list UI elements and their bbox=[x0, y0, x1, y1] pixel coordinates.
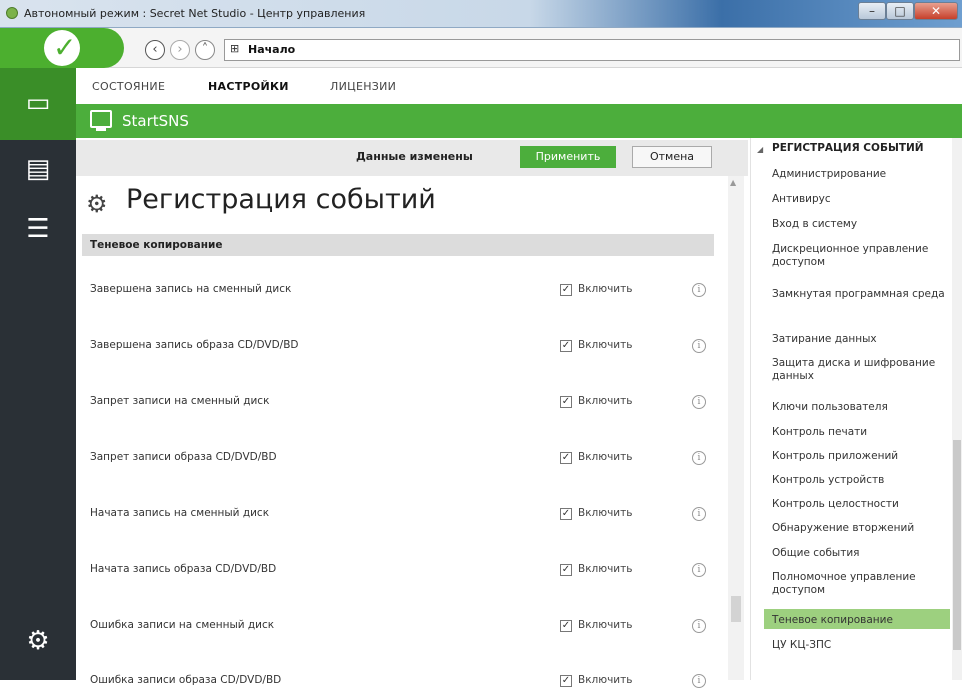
computer-name: StartSNS bbox=[122, 112, 189, 130]
window-title: Автономный режим : Secret Net Studio - Ц… bbox=[24, 7, 366, 20]
event-row-label: Завершена запись на сменный диск bbox=[90, 283, 292, 295]
enable-checkbox-label[interactable]: Включить bbox=[578, 619, 632, 631]
section-title: Теневое копирование bbox=[90, 239, 223, 251]
enable-checkbox[interactable]: ✓ bbox=[560, 508, 572, 520]
nav-item[interactable]: Общие события bbox=[772, 547, 954, 560]
enable-checkbox-label[interactable]: Включить bbox=[578, 395, 632, 407]
event-row-label: Начата запись образа CD/DVD/BD bbox=[90, 563, 277, 575]
app-icon bbox=[6, 7, 18, 19]
info-icon[interactable]: i bbox=[692, 507, 706, 521]
enable-checkbox[interactable]: ✓ bbox=[560, 452, 572, 464]
nav-item[interactable]: ЦУ КЦ-ЗПС bbox=[772, 639, 954, 652]
enable-checkbox[interactable]: ✓ bbox=[560, 396, 572, 408]
tab-settings[interactable]: НАСТРОЙКИ bbox=[208, 80, 289, 93]
info-icon[interactable]: i bbox=[692, 619, 706, 633]
nav-scrollbar-thumb[interactable] bbox=[953, 440, 961, 650]
tab-licenses[interactable]: ЛИЦЕНЗИИ bbox=[330, 80, 396, 93]
enable-checkbox[interactable]: ✓ bbox=[560, 340, 572, 352]
monitor-icon[interactable]: ▭ bbox=[18, 86, 58, 120]
back-arrow-icon[interactable]: ‹ bbox=[145, 40, 165, 60]
close-button[interactable]: ✕ bbox=[914, 2, 958, 20]
minimize-button[interactable]: – bbox=[858, 2, 886, 20]
info-icon[interactable]: i bbox=[692, 563, 706, 577]
chip-icon[interactable]: ▤ bbox=[18, 152, 58, 186]
enable-checkbox[interactable]: ✓ bbox=[560, 620, 572, 632]
nav-item[interactable]: Защита диска и шифрование данных bbox=[772, 357, 954, 383]
event-row-label: Завершена запись образа CD/DVD/BD bbox=[90, 339, 299, 351]
path-field[interactable] bbox=[224, 39, 960, 61]
enable-checkbox-label[interactable]: Включить bbox=[578, 674, 632, 686]
server-icon[interactable]: ☰ bbox=[18, 212, 58, 246]
nav-item[interactable]: Вход в систему bbox=[772, 218, 954, 231]
status-text: Данные изменены bbox=[356, 150, 473, 163]
page-title: Регистрация событий bbox=[126, 184, 436, 215]
info-icon[interactable]: i bbox=[692, 339, 706, 353]
network-icon: ⊞ bbox=[230, 42, 240, 55]
home-button[interactable]: ✓ bbox=[0, 28, 124, 68]
nav-item[interactable]: Контроль устройств bbox=[772, 474, 954, 487]
collapse-icon[interactable]: ◢ bbox=[757, 145, 763, 154]
maximize-button[interactable]: □ bbox=[886, 2, 914, 20]
nav-item[interactable]: Ключи пользователя bbox=[772, 401, 954, 414]
scroll-up-icon[interactable]: ▲ bbox=[730, 178, 736, 187]
enable-checkbox-label[interactable]: Включить bbox=[578, 507, 632, 519]
event-row-label: Начата запись на сменный диск bbox=[90, 507, 270, 519]
nav-item[interactable]: Контроль печати bbox=[772, 426, 954, 439]
enable-checkbox-label[interactable]: Включить bbox=[578, 339, 632, 351]
event-row-label: Ошибка записи на сменный диск bbox=[90, 619, 275, 631]
gear-icon[interactable]: ⚙ bbox=[18, 624, 58, 658]
event-log-icon: ⚙ bbox=[86, 190, 108, 218]
monitor-icon bbox=[90, 110, 112, 131]
nav-item[interactable]: Замкнутая программная среда bbox=[772, 288, 954, 301]
nav-item[interactable]: Полномочное управление доступом bbox=[772, 571, 954, 597]
info-icon[interactable]: i bbox=[692, 283, 706, 297]
enable-checkbox-label[interactable]: Включить bbox=[578, 451, 632, 463]
event-row-label: Запрет записи образа CD/DVD/BD bbox=[90, 451, 277, 463]
nav-item[interactable]: Дискреционное управление доступом bbox=[772, 243, 954, 269]
window-title-bar: Автономный режим : Secret Net Studio - Ц… bbox=[0, 0, 962, 28]
enable-checkbox-label[interactable]: Включить bbox=[578, 283, 632, 295]
forward-arrow-icon[interactable]: › bbox=[170, 40, 190, 60]
nav-item[interactable]: Контроль целостности bbox=[772, 498, 954, 511]
nav-item[interactable]: Теневое копирование bbox=[772, 614, 954, 627]
info-icon[interactable]: i bbox=[692, 451, 706, 465]
nav-item[interactable]: Затирание данных bbox=[772, 333, 954, 346]
up-arrow-icon[interactable]: ˄ bbox=[195, 40, 215, 60]
enable-checkbox[interactable]: ✓ bbox=[560, 284, 572, 296]
event-row-label: Ошибка записи образа CD/DVD/BD bbox=[90, 674, 282, 686]
nav-header[interactable]: РЕГИСТРАЦИЯ СОБЫТИЙ bbox=[772, 142, 924, 154]
tab-state[interactable]: СОСТОЯНИЕ bbox=[92, 80, 165, 93]
info-icon[interactable]: i bbox=[692, 395, 706, 409]
apply-button[interactable]: Применить bbox=[520, 146, 616, 168]
path-text: Начало bbox=[248, 43, 296, 56]
scrollbar-thumb[interactable] bbox=[731, 596, 741, 622]
enable-checkbox[interactable]: ✓ bbox=[560, 564, 572, 576]
event-row-label: Запрет записи на сменный диск bbox=[90, 395, 270, 407]
enable-checkbox[interactable]: ✓ bbox=[560, 675, 572, 687]
nav-item[interactable]: Контроль приложений bbox=[772, 450, 954, 463]
nav-item[interactable]: Обнаружение вторжений bbox=[772, 522, 954, 535]
enable-checkbox-label[interactable]: Включить bbox=[578, 563, 632, 575]
cancel-button[interactable]: Отмена bbox=[632, 146, 712, 168]
checkmark-icon: ✓ bbox=[53, 31, 77, 64]
info-icon[interactable]: i bbox=[692, 674, 706, 688]
computer-banner bbox=[76, 104, 962, 138]
nav-item[interactable]: Антивирус bbox=[772, 193, 954, 206]
nav-item[interactable]: Администрирование bbox=[772, 168, 954, 181]
